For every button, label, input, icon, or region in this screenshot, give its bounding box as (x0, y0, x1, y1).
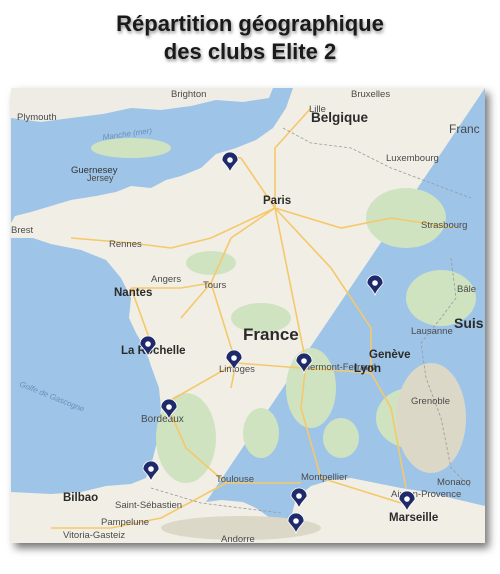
label-belgique: Belgique (311, 110, 368, 125)
map-title-line-2: des clubs Elite 2 (163, 39, 337, 64)
label-marseille: Marseille (389, 512, 438, 524)
label-plymouth: Plymouth (17, 112, 57, 123)
label-bordeaux: Bordeaux (141, 414, 184, 425)
label-toulouse: Toulouse (216, 474, 254, 485)
label-bilbao: Bilbao (63, 492, 98, 504)
label-andorre: Andorre (221, 534, 255, 543)
label-angers: Angers (151, 274, 181, 285)
label-rennes: Rennes (109, 239, 142, 250)
label-nantes: Nantes (114, 287, 152, 299)
label-bruxelles: Bruxelles (351, 89, 390, 100)
label-san-sebastian: Saint-Sébastien (115, 500, 182, 511)
label-montpellier: Montpellier (301, 472, 347, 483)
label-monaco: Monaco (437, 477, 471, 488)
label-lausanne: Lausanne (411, 326, 453, 337)
label-brest: Brest (11, 225, 34, 236)
label-france-edge: Franc (449, 122, 480, 136)
label-limoges: Limoges (219, 364, 255, 375)
lake-geneva (369, 330, 413, 342)
label-grenoble: Grenoble (411, 396, 450, 407)
map-canvas[interactable]: Brighton Lille Bruxelles Plymouth Franc … (11, 88, 485, 543)
label-geneve: Genève (369, 349, 411, 361)
label-paris: Paris (263, 195, 291, 207)
label-pampelune: Pampelune (101, 517, 149, 528)
label-lyon: Lyon (354, 363, 381, 375)
map-title-line-1: Répartition géographique (116, 11, 384, 36)
label-guernesey: Guernesey (71, 165, 118, 176)
label-brighton: Brighton (171, 89, 206, 100)
label-bale: Bâle (457, 284, 476, 295)
label-tours: Tours (203, 280, 226, 291)
map-frame[interactable]: Brighton Lille Bruxelles Plymouth Franc … (11, 88, 485, 543)
label-luxembourg: Luxembourg (386, 153, 439, 164)
label-suis: Suis (454, 315, 484, 331)
label-vitoria: Vitoria-Gasteiz (63, 530, 125, 541)
label-country: France (243, 325, 299, 344)
label-strasbourg: Strasbourg (421, 220, 467, 231)
